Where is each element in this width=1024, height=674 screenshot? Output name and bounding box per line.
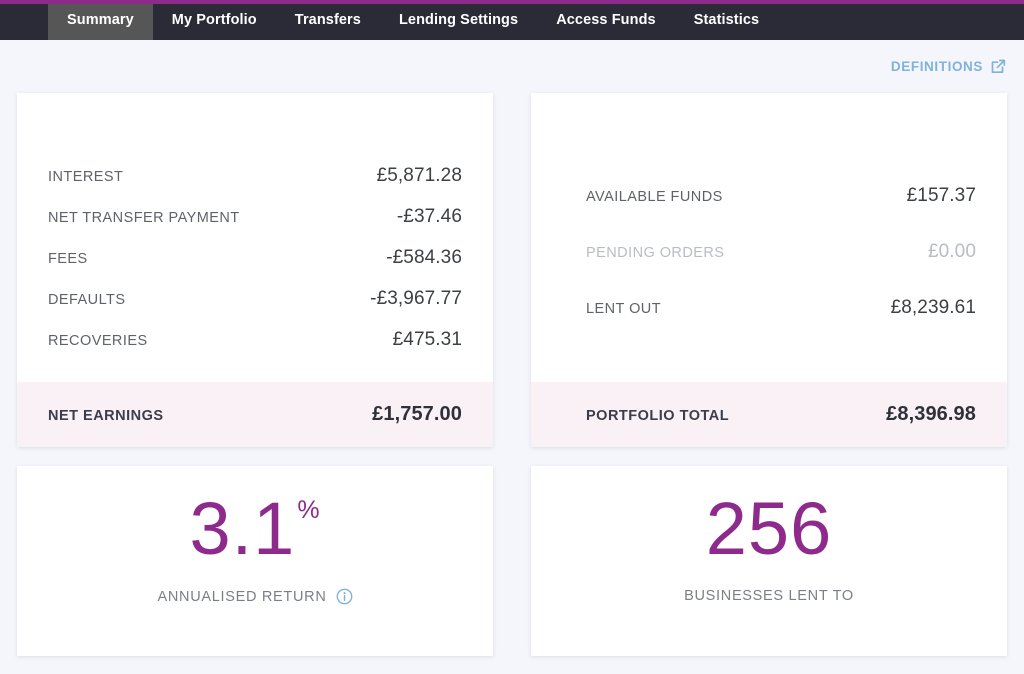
stat-label: DEFAULTS [48, 291, 126, 308]
stat-value: -£37.46 [396, 205, 462, 227]
businesses-lent-to-value: 256 [706, 492, 832, 566]
tab-label: Transfers [294, 12, 361, 28]
metric-label: BUSINESSES LENT TO [684, 588, 854, 604]
businesses-lent-to-card: 256 BUSINESSES LENT TO [531, 466, 1007, 656]
stat-value: £157.37 [906, 185, 976, 206]
tab-my-portfolio[interactable]: My Portfolio [153, 0, 276, 40]
external-link-icon [991, 59, 1006, 74]
tab-label: Summary [67, 12, 134, 28]
page-content: DEFINITIONS INTEREST £5,871.28 NET TRANS… [0, 40, 1024, 674]
footer-value: £8,396.98 [886, 403, 976, 425]
definitions-label: DEFINITIONS [890, 59, 983, 74]
net-earnings-card: INTEREST £5,871.28 NET TRANSFER PAYMENT … [17, 93, 493, 447]
tab-label: Access Funds [556, 12, 656, 28]
metric-cards-row: 3.1 % ANNUALISED RETURN 256 BUSINESSES L… [17, 466, 1007, 656]
businesses-label-row: BUSINESSES LENT TO [684, 588, 854, 604]
stat-value: £8,239.61 [890, 297, 976, 318]
tab-transfers[interactable]: Transfers [276, 0, 380, 40]
stat-value: £5,871.28 [376, 164, 462, 186]
tab-lending-settings[interactable]: Lending Settings [380, 0, 537, 40]
stat-row-pending-orders: PENDING ORDERS £0.00 [586, 224, 976, 280]
tab-summary[interactable]: Summary [48, 0, 153, 40]
stat-row-defaults: DEFAULTS -£3,967.77 [48, 278, 462, 319]
stat-value: -£584.36 [386, 246, 462, 268]
stat-row-net-transfer-payment: NET TRANSFER PAYMENT -£37.46 [48, 196, 462, 237]
tab-statistics[interactable]: Statistics [675, 0, 778, 40]
footer-value: £1,757.00 [372, 403, 462, 425]
tab-label: My Portfolio [171, 12, 257, 28]
stat-row-available-funds: AVAILABLE FUNDS £157.37 [586, 168, 976, 224]
tab-label: Lending Settings [398, 12, 519, 28]
stat-label: RECOVERIES [48, 332, 148, 349]
stat-label: AVAILABLE FUNDS [586, 189, 723, 205]
annualised-return-value: 3.1 % [189, 492, 320, 566]
net-earnings-card-body: INTEREST £5,871.28 NET TRANSFER PAYMENT … [17, 93, 493, 382]
tab-label: Statistics [693, 12, 760, 28]
metric-number-text: 3.1 [189, 487, 296, 570]
main-navigation: Summary My Portfolio Transfers Lending S… [0, 0, 1024, 40]
stat-label: PENDING ORDERS [586, 245, 725, 261]
stat-row-recoveries: RECOVERIES £475.31 [48, 319, 462, 360]
tab-access-funds[interactable]: Access Funds [537, 0, 675, 40]
net-earnings-footer: NET EARNINGS £1,757.00 [17, 382, 493, 447]
footer-label: NET EARNINGS [48, 408, 164, 424]
stat-row-interest: INTEREST £5,871.28 [48, 155, 462, 196]
stat-value: £0.00 [927, 241, 976, 262]
portfolio-total-card: AVAILABLE FUNDS £157.37 PENDING ORDERS £… [531, 93, 1007, 447]
info-icon[interactable] [336, 588, 353, 605]
metric-number-text: 256 [705, 487, 833, 570]
stat-row-lent-out: LENT OUT £8,239.61 [586, 280, 976, 336]
metric-percent-sign: % [297, 496, 321, 524]
stat-row-fees: FEES -£584.36 [48, 237, 462, 278]
annualised-return-label-row: ANNUALISED RETURN [157, 588, 352, 605]
stat-label: INTEREST [48, 168, 124, 185]
definitions-row: DEFINITIONS [17, 40, 1007, 93]
annualised-return-card: 3.1 % ANNUALISED RETURN [17, 466, 493, 656]
stat-value: £475.31 [392, 328, 462, 350]
stat-label: FEES [48, 250, 88, 267]
portfolio-total-footer: PORTFOLIO TOTAL £8,396.98 [531, 382, 1007, 447]
stat-label: LENT OUT [586, 301, 662, 317]
summary-cards-row: INTEREST £5,871.28 NET TRANSFER PAYMENT … [17, 93, 1007, 447]
stat-label: NET TRANSFER PAYMENT [48, 209, 240, 226]
stat-value: -£3,967.77 [370, 287, 462, 309]
metric-label: ANNUALISED RETURN [157, 588, 327, 605]
definitions-link[interactable]: DEFINITIONS [891, 58, 1007, 75]
footer-label: PORTFOLIO TOTAL [586, 408, 730, 424]
portfolio-card-body: AVAILABLE FUNDS £157.37 PENDING ORDERS £… [531, 93, 1007, 382]
